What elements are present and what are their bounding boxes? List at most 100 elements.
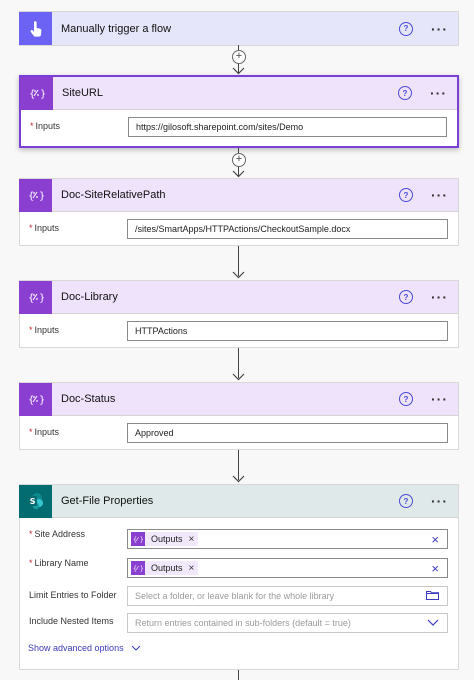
- limit-folder-placeholder: Select a folder, or leave blank for the …: [135, 591, 335, 601]
- connector-line: [238, 670, 239, 680]
- library-name-label: * Library Name: [29, 558, 89, 568]
- inputs-row: * Inputs https://gilosoft.sharepoint.com/…: [21, 117, 457, 139]
- show-advanced-options-link[interactable]: Show advanced options: [28, 643, 141, 653]
- nested-items-placeholder: Return entries contained in sub-folders …: [135, 618, 351, 628]
- required-marker: *: [30, 121, 34, 131]
- get-file-properties-card-header[interactable]: S Get-File Properties ? ···: [19, 484, 458, 518]
- inputs-label: * Inputs: [29, 427, 59, 437]
- inputs-row: * Inputs /sites/SmartApps/HTTPActions/Che…: [20, 219, 458, 241]
- site-address-label: * Site Address: [29, 529, 85, 539]
- required-marker: *: [29, 223, 33, 233]
- siteurl-card[interactable]: {} SiteURL ? ··· *Inputs https://gilosof…: [19, 75, 459, 148]
- add-step-icon[interactable]: +: [232, 50, 246, 64]
- svg-text:}: }: [140, 537, 143, 544]
- more-options-icon[interactable]: ···: [430, 86, 447, 100]
- nested-items-row: Include Nested Items Return entries cont…: [20, 609, 458, 633]
- card-title: Doc-Status: [61, 393, 116, 405]
- more-options-icon[interactable]: ···: [431, 290, 448, 304]
- compose-icon: {}: [131, 532, 145, 546]
- compose-icon: {}: [131, 561, 145, 575]
- inputs-field[interactable]: HTTPActions: [127, 321, 448, 341]
- folder-icon[interactable]: [426, 590, 439, 602]
- inputs-label: * Inputs: [30, 121, 60, 131]
- svg-text:}: }: [39, 191, 44, 201]
- svg-text:{: {: [133, 566, 137, 573]
- compose-icon: {}: [19, 280, 52, 314]
- arrow-down-icon: [232, 67, 245, 75]
- help-icon[interactable]: ?: [399, 392, 413, 406]
- limit-folder-label: Limit Entries to Folder: [29, 590, 117, 600]
- svg-text:}: }: [39, 395, 44, 405]
- svg-text:}: }: [39, 293, 44, 303]
- sharepoint-icon: S: [19, 484, 52, 518]
- library-name-field[interactable]: {} Outputs × ×: [127, 558, 448, 578]
- arrow-down-icon: [232, 475, 245, 483]
- limit-folder-row: Limit Entries to Folder Select a folder,…: [20, 582, 458, 606]
- compose-icon: {}: [19, 178, 52, 212]
- required-marker: *: [29, 529, 33, 539]
- arrow-down-icon: [232, 373, 245, 381]
- siteurl-card-header[interactable]: {} SiteURL ? ···: [20, 76, 457, 110]
- add-step-icon[interactable]: +: [232, 153, 246, 167]
- svg-text:}: }: [140, 566, 143, 573]
- inputs-field[interactable]: Approved: [127, 423, 448, 443]
- clear-field-icon[interactable]: ×: [431, 532, 439, 547]
- required-marker: *: [29, 325, 33, 335]
- limit-folder-field[interactable]: Select a folder, or leave blank for the …: [127, 586, 448, 606]
- card-title: Manually trigger a flow: [61, 22, 172, 35]
- help-icon[interactable]: ?: [399, 21, 413, 36]
- doc-status-card[interactable]: {} Doc-Status ? ··· *Inputs Approved: [19, 382, 459, 450]
- help-icon[interactable]: ?: [398, 86, 412, 100]
- compose-icon: {}: [19, 382, 52, 416]
- trigger-card-header[interactable]: Manually trigger a flow ? ···: [19, 12, 458, 45]
- arrow-down-icon: [232, 170, 245, 178]
- inputs-row: * Inputs Approved: [20, 423, 458, 445]
- inputs-label-text: Inputs: [34, 325, 60, 335]
- inputs-row: * Inputs HTTPActions: [20, 321, 458, 343]
- svg-text:{: {: [133, 537, 137, 544]
- more-options-icon[interactable]: ···: [431, 188, 448, 202]
- site-address-row: *Site Address {} Outputs × ×: [20, 525, 458, 549]
- outputs-token[interactable]: {} Outputs ×: [131, 532, 199, 546]
- hand-pointer-icon: [19, 12, 52, 45]
- more-options-icon[interactable]: ···: [431, 22, 448, 36]
- more-options-icon[interactable]: ···: [431, 494, 448, 508]
- help-icon[interactable]: ?: [399, 290, 413, 304]
- chevron-down-icon: [131, 645, 140, 651]
- required-marker: *: [29, 558, 33, 568]
- inputs-label-text: Inputs: [34, 223, 60, 233]
- doc-siterelativepath-card[interactable]: {} Doc-SiteRelativePath ? ··· *Inputs /s…: [19, 178, 459, 246]
- inputs-label: * Inputs: [29, 223, 59, 233]
- more-options-icon[interactable]: ···: [431, 392, 448, 406]
- library-name-row: *Library Name {} Outputs × ×: [20, 554, 458, 578]
- remove-token-icon[interactable]: ×: [189, 563, 195, 574]
- site-address-field[interactable]: {} Outputs × ×: [127, 529, 448, 549]
- svg-text:S: S: [29, 497, 35, 506]
- inputs-label-text: Inputs: [35, 121, 61, 131]
- card-title: SiteURL: [62, 87, 103, 99]
- remove-token-icon[interactable]: ×: [189, 534, 195, 545]
- doc-library-card-header[interactable]: {} Doc-Library ? ···: [19, 280, 458, 314]
- inputs-label: * Inputs: [29, 325, 59, 335]
- help-icon[interactable]: ?: [399, 494, 413, 508]
- get-file-properties-card[interactable]: S Get-File Properties ? ··· * Site Addres…: [19, 484, 459, 670]
- clear-field-icon[interactable]: ×: [431, 561, 439, 576]
- trigger-card[interactable]: Manually trigger a flow ? ···: [19, 11, 459, 46]
- compose-icon: {}: [20, 76, 53, 110]
- nested-items-label: Include Nested Items: [29, 616, 114, 626]
- token-label: Outputs: [151, 563, 183, 573]
- help-icon[interactable]: ?: [399, 188, 413, 202]
- doc-siterelativepath-card-header[interactable]: {} Doc-SiteRelativePath ? ···: [19, 178, 458, 212]
- nested-items-dropdown[interactable]: Return entries contained in sub-folders …: [127, 613, 448, 633]
- inputs-field[interactable]: /sites/SmartApps/HTTPActions/CheckoutSam…: [127, 219, 448, 239]
- inputs-field[interactable]: https://gilosoft.sharepoint.com/sites/De…: [128, 117, 447, 137]
- inputs-label-text: Inputs: [34, 427, 60, 437]
- card-title: Doc-SiteRelativePath: [61, 189, 166, 201]
- required-marker: *: [29, 427, 33, 437]
- doc-status-card-header[interactable]: {} Doc-Status ? ···: [19, 382, 458, 416]
- token-label: Outputs: [151, 534, 183, 544]
- library-name-label-text: Library Name: [34, 558, 89, 568]
- chevron-down-icon[interactable]: [427, 619, 439, 629]
- doc-library-card[interactable]: {} Doc-Library ? ··· *Inputs HTTPActions: [19, 280, 459, 348]
- outputs-token[interactable]: {} Outputs ×: [131, 561, 199, 575]
